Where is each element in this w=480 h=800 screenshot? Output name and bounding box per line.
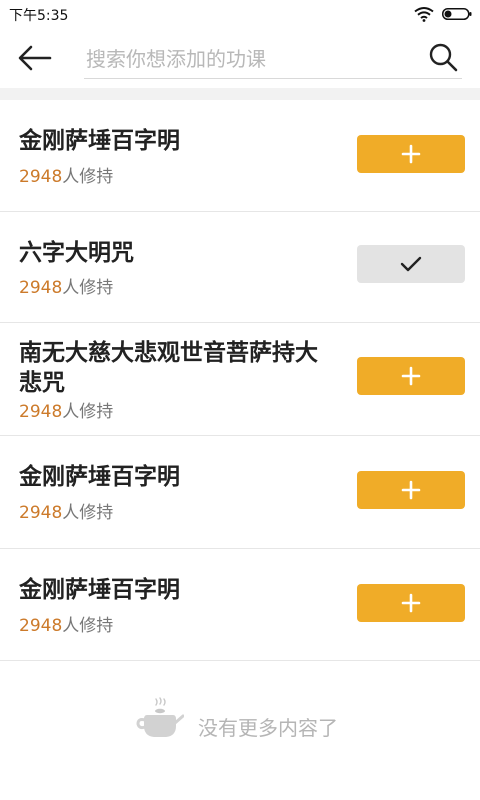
course-item: 金刚萨埵百字明 2948人修持 [0, 100, 480, 212]
course-title: 金刚萨埵百字明 [19, 464, 180, 490]
no-more-content-text: 没有更多内容了 [198, 716, 338, 740]
checkmark-icon [400, 256, 422, 272]
course-practice-count: 2948人修持 [19, 166, 113, 188]
course-item: 六字大明咒 2948人修持 [0, 212, 480, 323]
course-item: 南无大慈大悲观世音菩萨持大悲咒 2948人修持 [0, 323, 480, 436]
practice-count-number: 2948 [19, 402, 63, 422]
practice-count-number: 2948 [19, 503, 63, 523]
end-of-list-footer: 没有更多内容了 [0, 690, 480, 760]
search-input[interactable] [84, 40, 462, 79]
course-item: 金刚萨埵百字明 2948人修持 [0, 436, 480, 549]
course-title: 金刚萨埵百字明 [19, 128, 180, 154]
plus-icon [401, 144, 421, 164]
wifi-icon [414, 7, 434, 22]
practice-count-number: 2948 [19, 278, 63, 298]
practice-count-number: 2948 [19, 616, 63, 636]
search-header [0, 28, 480, 88]
back-arrow-icon[interactable] [16, 42, 52, 74]
practice-count-label: 人修持 [62, 278, 114, 298]
course-item: 金刚萨埵百字明 2948人修持 [0, 549, 480, 661]
practice-count-label: 人修持 [62, 616, 114, 636]
course-practice-count: 2948人修持 [19, 277, 113, 299]
plus-icon [401, 480, 421, 500]
course-practice-count: 2948人修持 [19, 502, 113, 524]
plus-icon [401, 593, 421, 613]
add-course-button[interactable] [357, 135, 465, 173]
course-practice-count: 2948人修持 [19, 615, 113, 637]
added-course-button[interactable] [357, 245, 465, 283]
course-title: 金刚萨埵百字明 [19, 577, 180, 603]
status-time: 下午5:35 [9, 8, 69, 24]
add-course-button[interactable] [357, 357, 465, 395]
add-course-button[interactable] [357, 471, 465, 509]
practice-count-label: 人修持 [62, 503, 114, 523]
status-bar: 下午5:35 [0, 0, 480, 28]
search-icon[interactable] [428, 42, 458, 72]
plus-icon [401, 366, 421, 386]
section-divider [0, 88, 480, 100]
practice-count-label: 人修持 [62, 402, 114, 422]
course-list: 金刚萨埵百字明 2948人修持 六字大明咒 2948人修持 南无大慈大悲观世音菩… [0, 100, 480, 661]
practice-count-label: 人修持 [62, 167, 114, 187]
practice-count-number: 2948 [19, 167, 63, 187]
course-practice-count: 2948人修持 [19, 401, 113, 423]
add-course-button[interactable] [357, 584, 465, 622]
course-title: 六字大明咒 [19, 240, 134, 266]
battery-icon [442, 8, 472, 20]
course-title: 南无大慈大悲观世音菩萨持大悲咒 [19, 340, 318, 396]
teapot-icon [136, 697, 184, 737]
